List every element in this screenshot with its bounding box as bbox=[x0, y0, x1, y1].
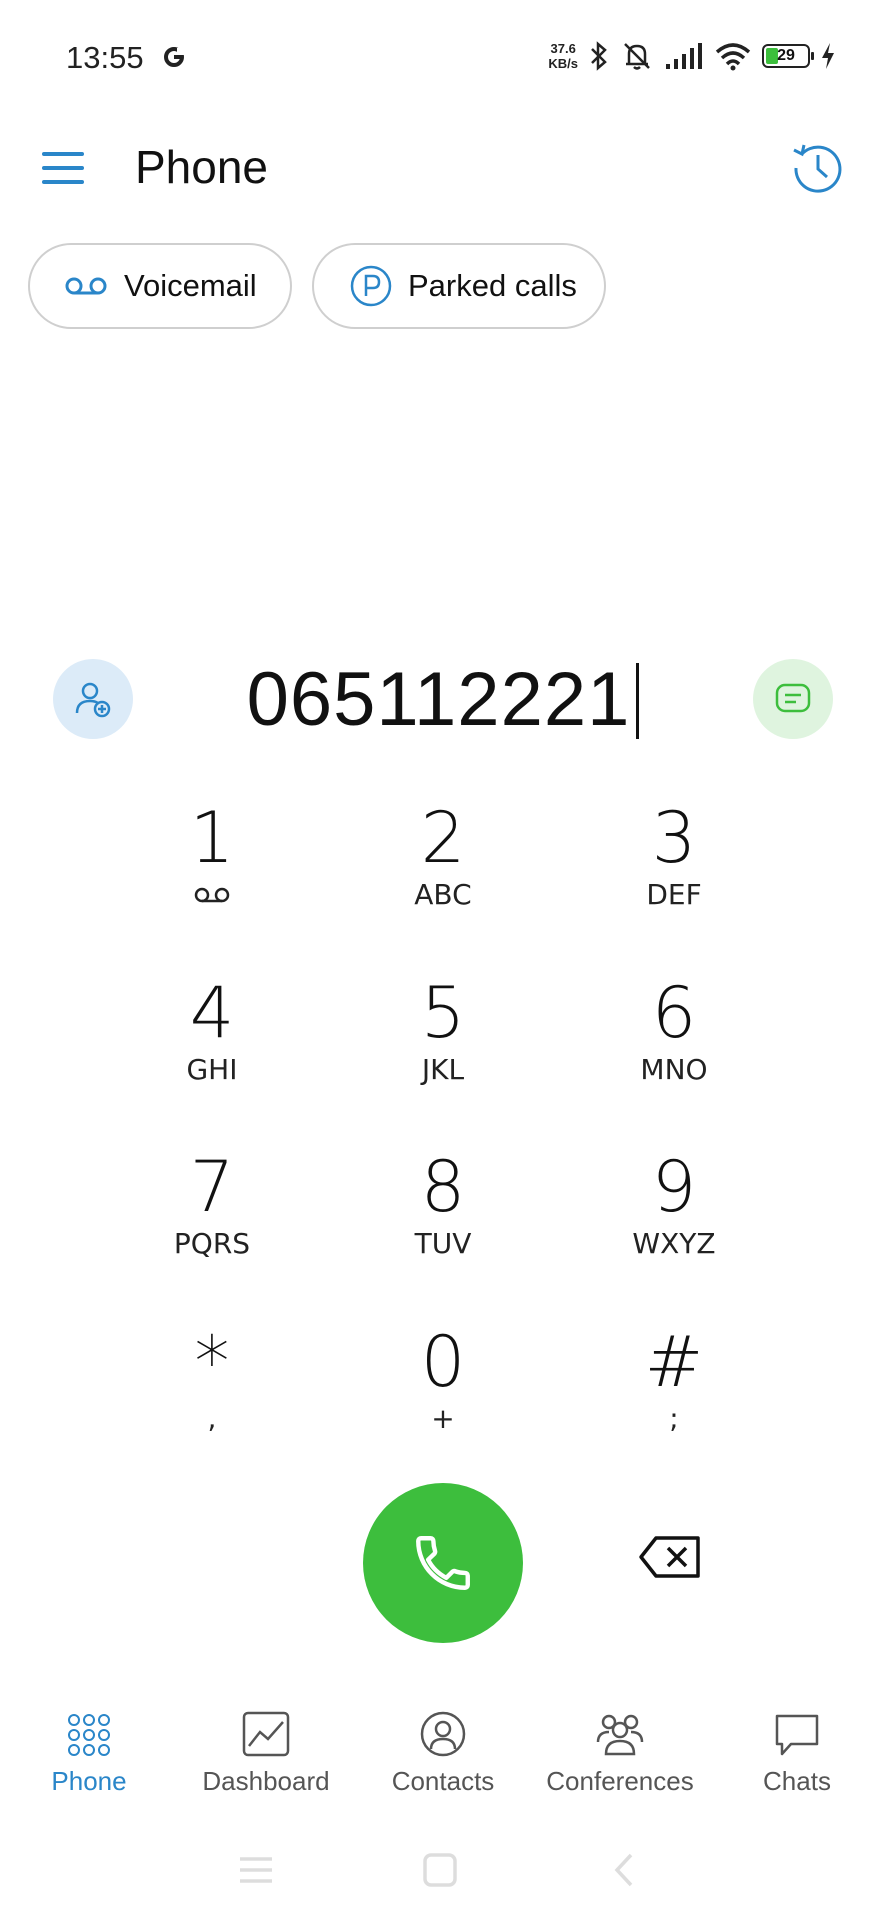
status-icons: 37.6 KB/s 29 bbox=[548, 36, 836, 76]
chart-icon bbox=[242, 1711, 290, 1757]
nav-phone[interactable]: Phone bbox=[0, 1700, 178, 1810]
nav-contacts-label: Contacts bbox=[391, 1766, 495, 1796]
add-contact-button[interactable] bbox=[53, 659, 133, 739]
voicemail-button[interactable]: Voicemail bbox=[28, 243, 292, 329]
google-g-icon bbox=[164, 47, 185, 67]
backspace-icon bbox=[639, 1536, 700, 1578]
hamburger-menu-icon[interactable] bbox=[40, 150, 86, 186]
key-2[interactable]: 2 ABC bbox=[358, 800, 528, 950]
menu-lines-icon bbox=[240, 1857, 272, 1883]
nav-contacts[interactable]: Contacts bbox=[354, 1700, 532, 1810]
voicemail-label: Voicemail bbox=[124, 268, 257, 303]
nav-dashboard-label: Dashboard bbox=[202, 1766, 330, 1796]
back-chevron-icon bbox=[614, 1853, 633, 1887]
nav-dashboard[interactable]: Dashboard bbox=[177, 1700, 355, 1810]
battery-icon: 29 bbox=[762, 44, 814, 68]
recent-apps-button[interactable] bbox=[226, 1850, 286, 1890]
key-7[interactable]: 7 PQRS bbox=[127, 1149, 297, 1299]
key-hash[interactable]: # ; bbox=[589, 1324, 759, 1474]
nav-conferences-label: Conferences bbox=[546, 1766, 694, 1796]
key-9[interactable]: 9 WXYZ bbox=[589, 1149, 759, 1299]
key-8[interactable]: 8 TUV bbox=[358, 1149, 528, 1299]
status-time: 13:55 bbox=[66, 40, 144, 75]
message-icon bbox=[775, 683, 811, 713]
signal-icon bbox=[666, 43, 702, 69]
square-icon bbox=[423, 1853, 457, 1887]
group-icon bbox=[596, 1714, 644, 1756]
key-5[interactable]: 5 JKL bbox=[358, 975, 528, 1125]
add-person-icon bbox=[75, 682, 111, 718]
mute-bell-icon bbox=[624, 43, 650, 70]
network-speed: 37.6 KB/s bbox=[548, 41, 578, 71]
home-button[interactable] bbox=[410, 1850, 470, 1890]
parked-calls-button[interactable]: Parked calls bbox=[312, 243, 606, 329]
charging-icon bbox=[822, 43, 834, 69]
call-button[interactable] bbox=[363, 1483, 523, 1643]
person-icon bbox=[420, 1711, 466, 1757]
chat-bubble-icon bbox=[775, 1714, 819, 1756]
back-button[interactable] bbox=[594, 1850, 654, 1890]
key-3[interactable]: 3 DEF bbox=[589, 800, 759, 950]
parked-calls-label: Parked calls bbox=[408, 268, 577, 303]
call-history-icon[interactable] bbox=[790, 140, 846, 196]
dialed-number-input[interactable]: 065112221 bbox=[170, 655, 716, 745]
key-6[interactable]: 6 MNO bbox=[589, 975, 759, 1125]
key-1[interactable]: 1 bbox=[127, 800, 297, 950]
nav-phone-label: Phone bbox=[51, 1766, 127, 1796]
voicemail-icon bbox=[64, 275, 108, 297]
page-title: Phone bbox=[135, 141, 269, 193]
voicemail-icon bbox=[194, 887, 230, 903]
text-caret bbox=[636, 662, 640, 739]
keypad-grid-icon bbox=[68, 1714, 110, 1756]
nav-conferences[interactable]: Conferences bbox=[531, 1700, 709, 1810]
key-4[interactable]: 4 GHI bbox=[127, 975, 297, 1125]
parking-icon bbox=[350, 265, 392, 307]
phone-handset-icon bbox=[416, 1536, 470, 1590]
bluetooth-icon bbox=[591, 41, 607, 71]
backspace-button[interactable] bbox=[630, 1527, 710, 1587]
key-0[interactable]: 0 + bbox=[358, 1324, 528, 1474]
key-star[interactable]: * , bbox=[127, 1324, 297, 1474]
send-message-button[interactable] bbox=[753, 659, 833, 739]
nav-chats-label: Chats bbox=[763, 1766, 831, 1796]
wifi-icon bbox=[715, 43, 751, 71]
nav-chats[interactable]: Chats bbox=[708, 1700, 886, 1810]
